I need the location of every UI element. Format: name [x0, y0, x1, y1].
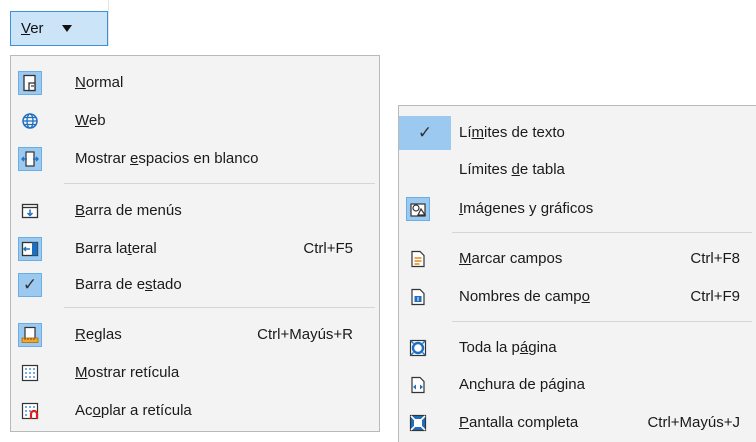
menu-item-label: Normal — [75, 74, 124, 91]
sidebar-icon — [18, 237, 42, 261]
menu-item-label: Mostrar retícula — [75, 364, 180, 381]
menu-item-label: Imágenes y gráficos — [459, 200, 594, 217]
menu-item-field-shadings[interactable]: Marcar campos Ctrl+F8 — [399, 242, 756, 276]
menu-item-label: Marcar campos — [459, 250, 563, 267]
menubar-icon — [18, 199, 42, 223]
menu-item-images-charts[interactable]: Imágenes y gráficos — [399, 192, 756, 226]
fullscreen-icon — [406, 411, 430, 435]
menu-item-whole-page[interactable]: Toda la página — [399, 331, 756, 365]
menu-item-label: Web — [75, 112, 106, 129]
shortcut-label: Ctrl+Mayús+R — [257, 326, 353, 343]
menu-separator — [64, 307, 375, 308]
menu-separator — [64, 183, 375, 184]
menu-item-text-boundaries[interactable]: ✓ Límites de texto — [399, 116, 756, 150]
menu-item-label: Mostrar espacios en blanco — [75, 150, 259, 167]
menu-item-rulers[interactable]: Reglas Ctrl+Mayús+R — [11, 318, 379, 352]
page-width-icon — [406, 373, 430, 397]
menu-item-fullscreen[interactable]: Pantalla completa Ctrl+Mayús+J — [399, 406, 756, 440]
whitespace-icon — [18, 147, 42, 171]
menu-item-label: Acoplar a retícula — [75, 402, 192, 419]
whole-page-icon — [406, 336, 430, 360]
menu-item-statusbar[interactable]: ✓ Barra de estado — [11, 268, 379, 302]
check-icon: ✓ — [18, 273, 42, 297]
menu-item-label: Límites de tabla — [459, 161, 565, 178]
normal-view-icon — [18, 71, 42, 95]
globe-icon — [18, 109, 42, 133]
menu-item-sidebar[interactable]: Barra lateral Ctrl+F5 — [11, 232, 379, 266]
menu-item-normal[interactable]: Normal — [11, 66, 379, 100]
ver-menu-button[interactable]: Ver — [10, 11, 108, 46]
menu-separator — [452, 321, 752, 322]
menu-item-label: Toda la página — [459, 339, 557, 356]
shortcut-label: Ctrl+F5 — [303, 240, 353, 257]
menu-item-grid[interactable]: Mostrar retícula — [11, 356, 379, 390]
menu-item-label: Límites de texto — [459, 124, 565, 141]
shortcut-label: Ctrl+F9 — [690, 288, 740, 305]
ver-dropdown-menu: Normal Web Mostrar espacios en blanco Ba… — [10, 55, 380, 432]
menu-separator — [452, 232, 752, 233]
menu-item-snap-grid[interactable]: Acoplar a retícula — [11, 394, 379, 428]
check-icon: ✓ — [399, 116, 451, 150]
menu-item-web[interactable]: Web — [11, 104, 379, 138]
menu-item-menubar[interactable]: Barra de menús — [11, 194, 379, 228]
ver-dropdown-submenu: ✓ Límites de texto Límites de tabla Imág… — [398, 105, 756, 442]
menu-item-label: Barra lateral — [75, 240, 157, 257]
menu-item-label: Pantalla completa — [459, 414, 579, 431]
menu-item-field-names[interactable]: Nombres de campo Ctrl+F9 — [399, 280, 756, 314]
field-names-icon — [406, 285, 430, 309]
shortcut-label: Ctrl+Mayús+J — [647, 414, 740, 431]
menu-item-label: Reglas — [75, 326, 122, 343]
images-charts-icon — [406, 197, 430, 221]
menu-item-whitespace[interactable]: Mostrar espacios en blanco — [11, 142, 379, 176]
menu-item-table-boundaries[interactable]: Límites de tabla — [399, 153, 756, 187]
menu-item-label: Barra de estado — [75, 276, 182, 293]
shortcut-label: Ctrl+F8 — [690, 250, 740, 267]
rulers-icon — [18, 323, 42, 347]
field-shadings-icon — [406, 247, 430, 271]
divider — [108, 0, 109, 46]
grid-icon — [18, 361, 42, 385]
menu-item-label: Barra de menús — [75, 202, 182, 219]
menu-item-label: Nombres de campo — [459, 288, 590, 305]
ver-menu-label: Ver — [21, 20, 44, 37]
menu-item-page-width[interactable]: Anchura de página — [399, 368, 756, 402]
chevron-down-icon — [61, 25, 72, 32]
snap-grid-icon — [18, 399, 42, 423]
menu-item-label: Anchura de página — [459, 376, 585, 393]
